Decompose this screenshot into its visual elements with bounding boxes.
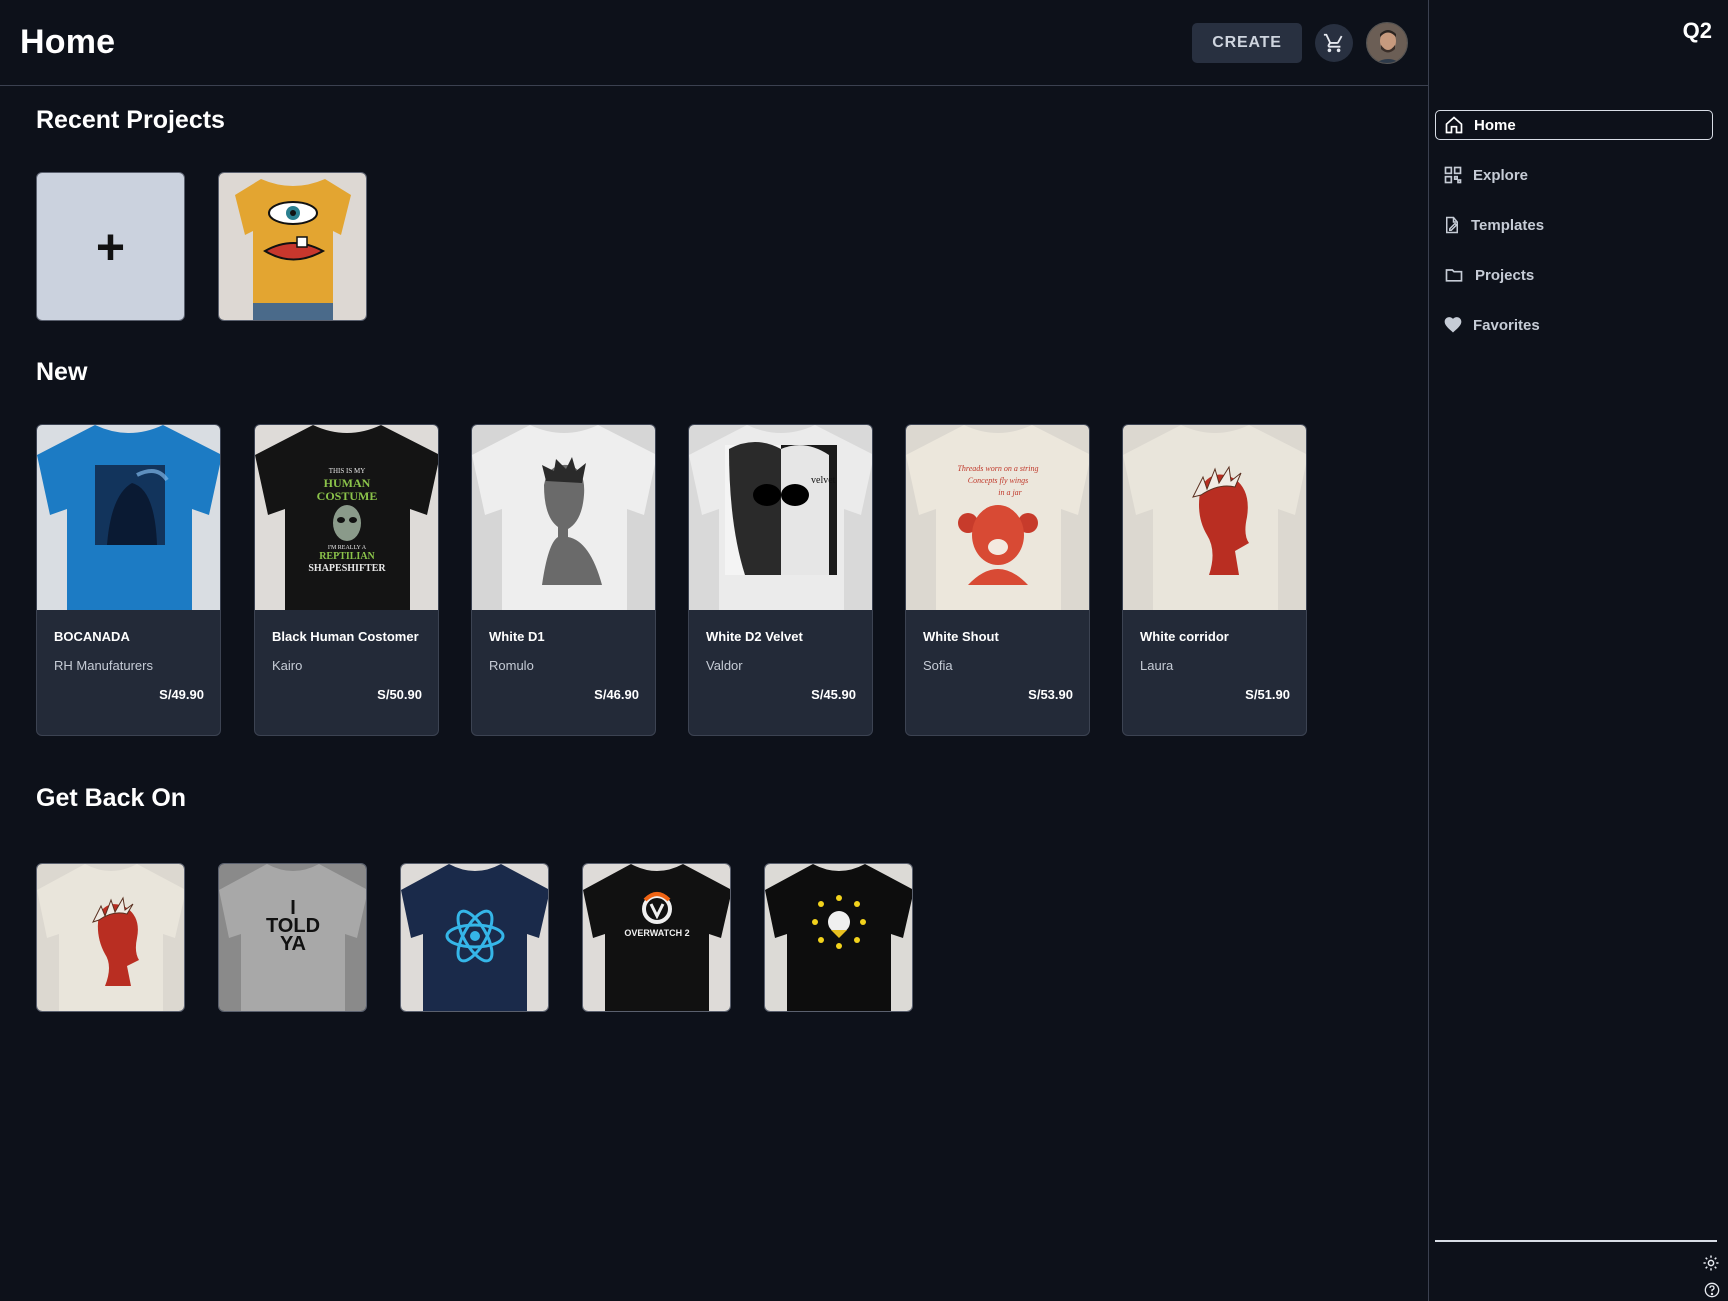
product-card[interactable]: velvet White D2 Velvet Valdor S/45.90 <box>688 424 873 736</box>
svg-text:COSTUME: COSTUME <box>317 489 378 503</box>
sidebar-item-explore[interactable]: Explore <box>1435 160 1713 190</box>
product-image: Threads worn on a string Concepts fly wi… <box>906 425 1089 610</box>
product-author: Valdor <box>706 658 743 673</box>
section-title-get-back-on: Get Back On <box>36 784 187 812</box>
brand-logo[interactable]: Q2 <box>1683 18 1712 44</box>
product-author: Romulo <box>489 658 534 673</box>
section-title-new: New <box>36 358 88 386</box>
svg-text:velvet: velvet <box>811 475 836 486</box>
sidebar-item-label: Templates <box>1471 216 1545 234</box>
help-icon[interactable] <box>1704 1282 1720 1298</box>
product-image <box>1123 425 1306 610</box>
svg-text:HUMAN: HUMAN <box>324 476 371 490</box>
get-back-on-item[interactable] <box>36 863 185 1012</box>
get-back-on-item[interactable] <box>400 863 549 1012</box>
product-image <box>37 425 220 610</box>
product-image <box>472 425 655 610</box>
get-back-on-item[interactable] <box>764 863 913 1012</box>
create-button[interactable]: CREATE <box>1192 22 1302 63</box>
product-price: S/46.90 <box>594 687 639 702</box>
tshirt-overwatch-image: OVERWATCH 2 <box>583 864 730 1011</box>
home-icon <box>1445 116 1463 134</box>
product-card[interactable]: BOCANADA RH Manufaturers S/49.90 <box>36 424 221 736</box>
svg-text:REPTILIAN: REPTILIAN <box>319 551 375 562</box>
svg-text:in a jar: in a jar <box>998 488 1022 497</box>
product-name: White D2 Velvet <box>706 629 803 644</box>
tshirt-i-told-ya-image: I TOLD YA <box>219 864 366 1011</box>
tshirt-react-logo-image <box>401 864 548 1011</box>
sidebar-item-label: Home <box>1474 116 1516 134</box>
page-title: Home <box>20 23 116 61</box>
sidebar-item-templates[interactable]: Templates <box>1435 210 1713 240</box>
product-card[interactable]: White corridor Laura S/51.90 <box>1122 424 1307 736</box>
new-project-button[interactable]: + <box>36 172 185 321</box>
product-card[interactable]: White D1 Romulo S/46.90 <box>471 424 656 736</box>
app: Home CREATE Recent Projects + New BOCANA… <box>0 0 1728 1301</box>
sidebar-item-label: Projects <box>1475 266 1535 284</box>
tshirt-cyclops-image <box>219 173 366 320</box>
product-author: Sofia <box>923 658 953 673</box>
section-title-recent-projects: Recent Projects <box>36 106 225 134</box>
svg-text:Threads worn on a string: Threads worn on a string <box>957 464 1038 473</box>
header-actions: CREATE <box>1192 21 1408 64</box>
top-header: Home CREATE <box>0 0 1428 86</box>
plus-icon: + <box>95 218 126 275</box>
product-image: velvet <box>689 425 872 610</box>
product-author: Kairo <box>272 658 303 673</box>
sidebar-divider <box>1435 1240 1717 1242</box>
edit-document-icon <box>1446 216 1458 234</box>
sidebar: Q2 Home Explore Templates Projects Favor… <box>1428 0 1728 1301</box>
user-avatar[interactable] <box>1366 21 1408 64</box>
settings-icon[interactable] <box>1702 1254 1720 1272</box>
product-image: THIS IS MY HUMAN COSTUME I'M REALLY A RE… <box>255 425 438 610</box>
get-back-on-item[interactable]: OVERWATCH 2 <box>582 863 731 1012</box>
tshirt-yellow-dots-image <box>765 864 912 1011</box>
product-author: RH Manufaturers <box>54 658 153 673</box>
product-name: White corridor <box>1140 629 1229 644</box>
svg-text:OVERWATCH 2: OVERWATCH 2 <box>624 928 689 938</box>
product-name: Black Human Costomer <box>272 629 419 644</box>
product-name: BOCANADA <box>54 629 130 644</box>
recent-project-thumbnail[interactable] <box>218 172 367 321</box>
cart-icon <box>1323 33 1343 52</box>
product-card[interactable]: THIS IS MY HUMAN COSTUME I'M REALLY A RE… <box>254 424 439 736</box>
product-author: Laura <box>1140 658 1174 673</box>
sidebar-item-label: Explore <box>1473 166 1529 184</box>
svg-text:Concepts fly wings: Concepts fly wings <box>968 476 1028 485</box>
svg-text:THIS IS MY: THIS IS MY <box>329 467 366 475</box>
sidebar-item-home[interactable]: Home <box>1435 110 1713 140</box>
cart-button[interactable] <box>1315 23 1353 62</box>
svg-text:YA: YA <box>280 933 306 955</box>
main-content: Recent Projects + New BOCANADA RH Manufa… <box>0 86 1428 1301</box>
product-name: White Shout <box>923 629 999 644</box>
sidebar-item-projects[interactable]: Projects <box>1435 260 1713 290</box>
svg-text:SHAPESHIFTER: SHAPESHIFTER <box>308 563 386 574</box>
product-price: S/53.90 <box>1028 687 1073 702</box>
product-name: White D1 <box>489 629 545 644</box>
product-card[interactable]: Threads worn on a string Concepts fly wi… <box>905 424 1090 736</box>
get-back-on-item[interactable]: I TOLD YA <box>218 863 367 1012</box>
sidebar-item-favorites[interactable]: Favorites <box>1435 310 1713 340</box>
grid-icon <box>1444 166 1462 184</box>
folder-icon <box>1445 269 1463 282</box>
product-price: S/49.90 <box>159 687 204 702</box>
product-price: S/51.90 <box>1245 687 1290 702</box>
sidebar-item-label: Favorites <box>1473 316 1540 334</box>
product-price: S/50.90 <box>377 687 422 702</box>
avatar-image <box>1367 22 1407 63</box>
heart-icon <box>1444 317 1462 333</box>
tshirt-red-profile-image <box>37 864 184 1011</box>
product-price: S/45.90 <box>811 687 856 702</box>
